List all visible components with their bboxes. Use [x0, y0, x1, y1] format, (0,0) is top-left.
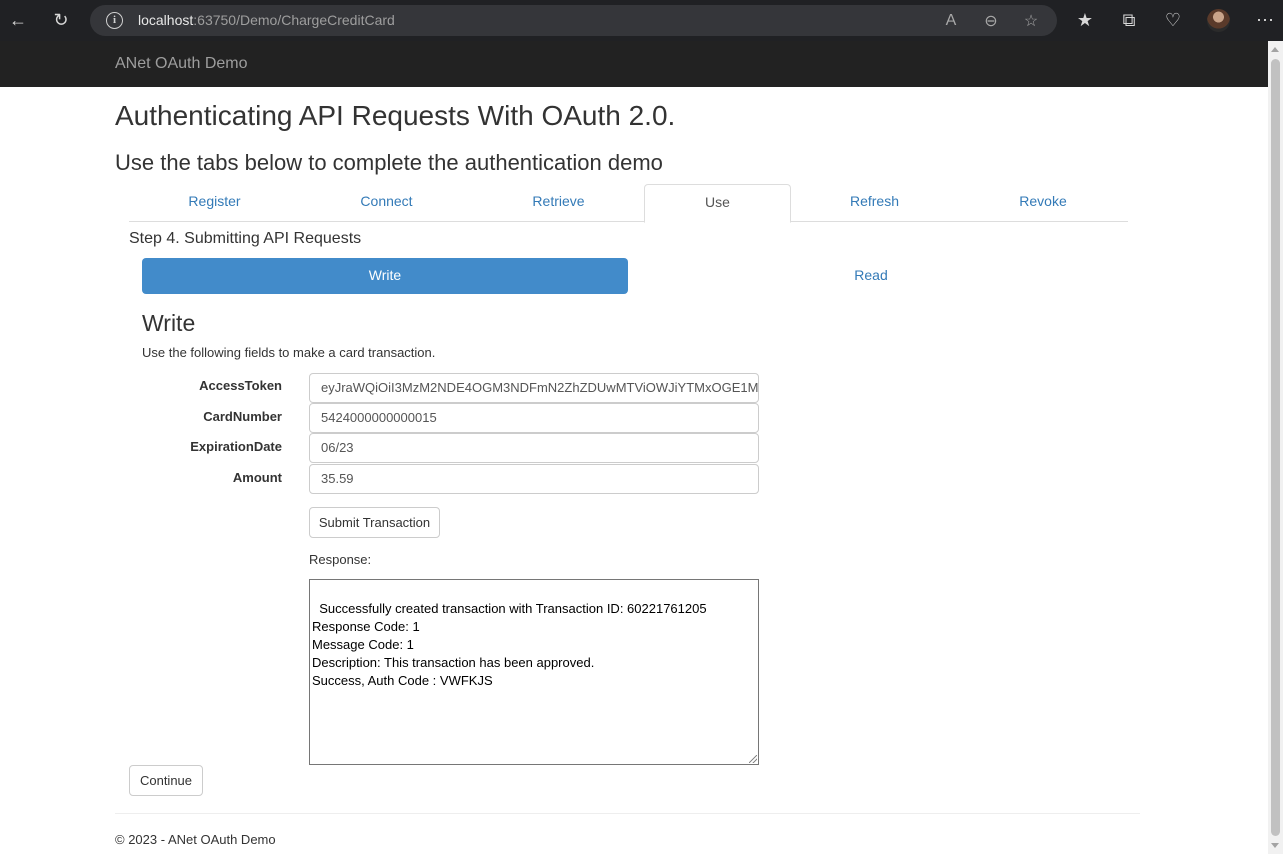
continue-button[interactable]: Continue: [129, 765, 203, 796]
form-heading: Write: [142, 310, 196, 336]
access-token-field[interactable]: eyJraWQiOiI3MzM2NDE4OGM3NDFmN2ZhZDUwMTVi…: [309, 373, 759, 403]
profile-avatar[interactable]: [1207, 9, 1230, 32]
address-bar[interactable]: i localhost:63750/Demo/ChargeCreditCard …: [90, 5, 1057, 36]
footer-divider: [115, 813, 1140, 814]
card-number-label: CardNumber: [203, 409, 282, 424]
tab-register[interactable]: Register: [129, 184, 300, 222]
amount-field[interactable]: 35.59: [309, 464, 759, 494]
tab-use[interactable]: Use: [644, 184, 791, 223]
scrollbar-thumb[interactable]: [1271, 59, 1280, 836]
scroll-up-icon[interactable]: [1271, 47, 1279, 52]
collections-icon[interactable]: ⧉: [1114, 0, 1144, 41]
response-textarea[interactable]: Successfully created transaction with Tr…: [309, 579, 759, 765]
response-label: Response:: [309, 552, 372, 567]
response-text: Successfully created transaction with Tr…: [312, 601, 707, 688]
pill-read[interactable]: Read: [628, 258, 1114, 294]
tab-revoke[interactable]: Revoke: [958, 184, 1128, 222]
footer-text: © 2023 - ANet OAuth Demo: [115, 832, 276, 847]
card-number-field[interactable]: 5424000000000015: [309, 403, 759, 433]
step-heading: Step 4. Submitting API Requests: [129, 230, 362, 247]
navbar: ANet OAuth Demo: [0, 41, 1268, 87]
more-icon[interactable]: ⋯: [1250, 0, 1280, 41]
zoom-out-icon[interactable]: ⊖: [976, 5, 1006, 36]
brand-link[interactable]: ANet OAuth Demo: [115, 55, 248, 73]
favorites-icon[interactable]: ★: [1070, 0, 1100, 41]
form-description: Use the following fields to make a card …: [142, 345, 436, 360]
vertical-scrollbar[interactable]: [1268, 41, 1283, 854]
scroll-down-icon[interactable]: [1271, 843, 1279, 848]
tab-refresh[interactable]: Refresh: [791, 184, 958, 222]
back-arrow-icon[interactable]: ←: [3, 0, 33, 41]
amount-label: Amount: [232, 470, 282, 485]
page-title: Authenticating API Requests With OAuth 2…: [115, 100, 676, 131]
read-aloud-icon[interactable]: A: [936, 5, 966, 36]
site-info-icon[interactable]: i: [106, 12, 123, 29]
tab-bar: Register Connect Retrieve Use Refresh Re…: [129, 184, 1128, 223]
url-text: localhost:63750/Demo/ChargeCreditCard: [138, 12, 395, 28]
page-subtitle: Use the tabs below to complete the authe…: [115, 150, 663, 175]
browser-toolbar: ← ↻ i localhost:63750/Demo/ChargeCreditC…: [0, 0, 1283, 41]
tab-retrieve[interactable]: Retrieve: [473, 184, 644, 222]
star-icon[interactable]: ☆: [1016, 5, 1046, 36]
expiration-date-field[interactable]: 06/23: [309, 433, 759, 463]
pill-write[interactable]: Write: [142, 258, 628, 294]
health-icon[interactable]: ♡: [1158, 0, 1188, 41]
tab-connect[interactable]: Connect: [300, 184, 473, 222]
resize-handle-icon[interactable]: [749, 755, 757, 763]
expiration-date-label: ExpirationDate: [190, 439, 282, 454]
access-token-label: AccessToken: [199, 378, 282, 393]
submit-transaction-button[interactable]: Submit Transaction: [309, 507, 440, 538]
reload-icon[interactable]: ↻: [46, 0, 76, 41]
